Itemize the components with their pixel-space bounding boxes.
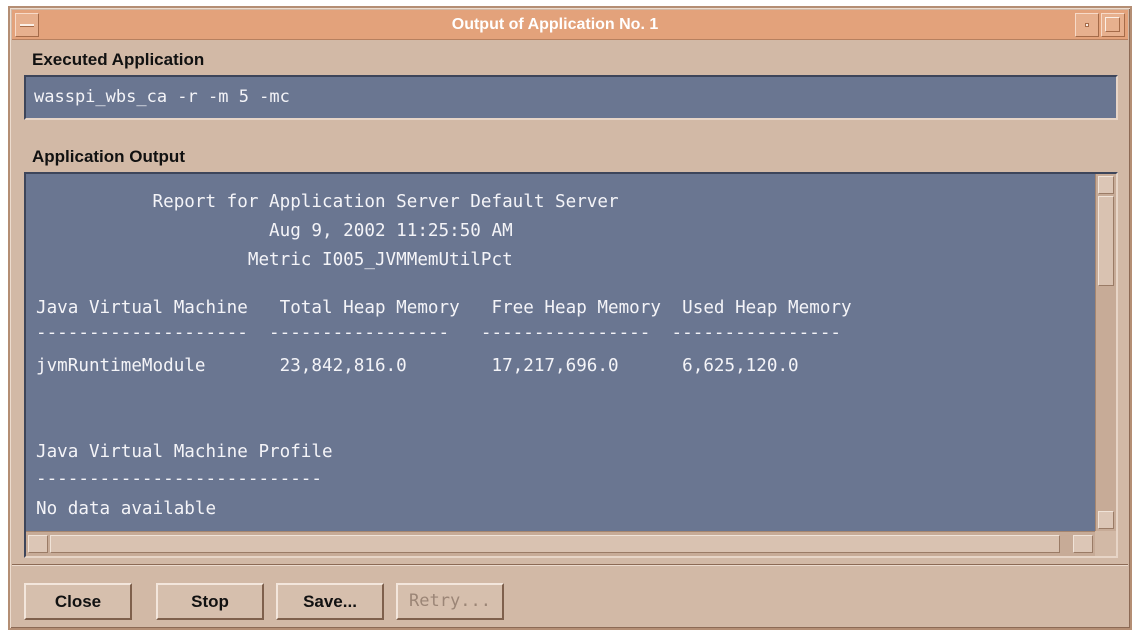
- minimize-icon: [1085, 23, 1089, 27]
- maximize-button[interactable]: [1101, 13, 1125, 37]
- scrollbar-corner: [1095, 531, 1116, 556]
- output-line-report-title: Report for Application Server Default Se…: [36, 192, 619, 212]
- application-output-label: Application Output: [32, 147, 185, 166]
- output-line-table-header: Java Virtual Machine Total Heap Memory F…: [36, 298, 852, 318]
- output-line-profile-heading: Java Virtual Machine Profile: [36, 442, 333, 462]
- horizontal-scroll-thumb[interactable]: [50, 535, 1060, 553]
- output-line-no-data: No data available: [36, 499, 217, 519]
- output-line-table-row: jvmRuntimeModule 23,842,816.0 17,217,696…: [36, 356, 799, 376]
- application-output-text[interactable]: Report for Application Server Default Se…: [26, 174, 1095, 531]
- output-line-metric: Metric I005_JVMMemUtilPct: [36, 250, 513, 270]
- scroll-down-arrow-icon[interactable]: [1098, 511, 1114, 529]
- minimize-button[interactable]: [1075, 13, 1099, 37]
- retry-button: Retry...: [396, 583, 504, 620]
- window-menu-button[interactable]: [15, 13, 39, 37]
- button-bar-separator: [12, 564, 1128, 566]
- save-button[interactable]: Save...: [276, 583, 384, 620]
- executed-command-field[interactable]: wasspi_wbs_ca -r -m 5 -mc: [24, 75, 1118, 120]
- executed-application-label: Executed Application: [32, 50, 205, 69]
- vertical-scroll-thumb[interactable]: [1098, 196, 1114, 286]
- stop-button[interactable]: Stop: [156, 583, 264, 620]
- vertical-scrollbar[interactable]: [1095, 174, 1116, 531]
- output-line-table-rule: -------------------- ----------------- -…: [36, 323, 842, 343]
- application-output-window: Output of Application No. 1 Executed App…: [8, 6, 1132, 630]
- window-title: Output of Application No. 1: [451, 16, 659, 33]
- window-menu-icon: [20, 24, 34, 27]
- application-output-panel: Report for Application Server Default Se…: [24, 172, 1118, 558]
- output-line-profile-rule: ---------------------------: [36, 469, 322, 489]
- scroll-right-arrow-icon[interactable]: [1073, 535, 1093, 553]
- title-bar[interactable]: Output of Application No. 1: [12, 10, 1128, 40]
- close-button[interactable]: Close: [24, 583, 132, 620]
- scroll-up-arrow-icon[interactable]: [1098, 176, 1114, 194]
- maximize-icon: [1105, 17, 1120, 32]
- scroll-left-arrow-icon[interactable]: [28, 535, 48, 553]
- output-line-date: Aug 9, 2002 11:25:50 AM: [36, 221, 513, 241]
- horizontal-scrollbar[interactable]: [26, 531, 1095, 556]
